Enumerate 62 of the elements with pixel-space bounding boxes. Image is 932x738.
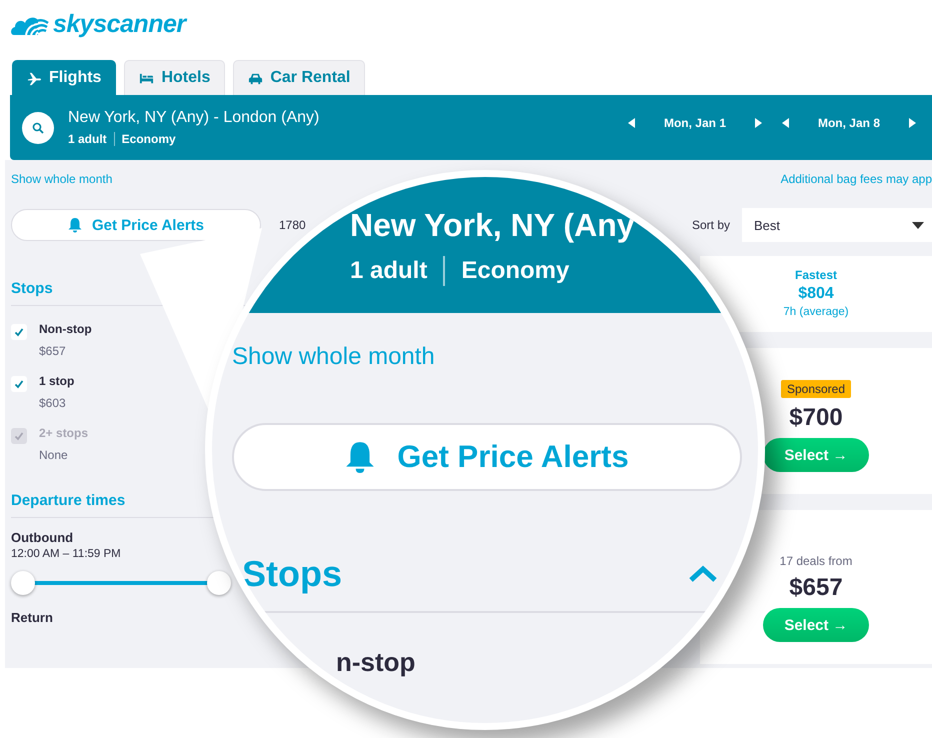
price-alerts-button[interactable]: Get Price Alerts <box>232 423 742 491</box>
filter-heading: Stops <box>11 280 54 297</box>
travellers-text: 1 adult <box>350 257 428 285</box>
summary-price: $804 <box>798 285 834 303</box>
cabin-class-text: Economy <box>461 257 570 285</box>
cabin-class-text: Economy <box>122 132 176 146</box>
travellers-text: 1 adult <box>68 132 107 146</box>
price-alerts-button[interactable]: Get Price Alerts <box>11 209 261 241</box>
stop-price: $657 <box>39 344 67 358</box>
tab[interactable]: Flights <box>12 60 116 95</box>
stop-price: $603 <box>39 396 67 410</box>
filter-heading: Stops <box>242 553 342 595</box>
next-date-button[interactable] <box>908 118 916 128</box>
previous-date-button[interactable] <box>628 118 636 128</box>
tab[interactable]: Car Rental <box>233 60 366 95</box>
route-text: New York, NY (Any) - London (Any) <box>68 109 320 127</box>
fastest-summary-card[interactable]: Fastest $804 7h (average) <box>700 256 932 332</box>
summary-detail: 7h (average) <box>783 306 849 318</box>
caret-icon <box>912 222 924 228</box>
checkmark-icon <box>14 431 24 441</box>
sort-dropdown[interactable]: Best <box>742 208 932 242</box>
checkmark-icon <box>14 379 24 389</box>
plane-icon <box>27 70 42 86</box>
checkmark-icon <box>14 327 24 337</box>
bag-fees-link[interactable]: Additional bag fees may app <box>780 172 932 186</box>
chevron-up-icon[interactable] <box>688 565 718 583</box>
time-range-text: 12:00 AM – 11:59 PM <box>11 548 122 560</box>
stop-option-label: 1 stop <box>39 374 74 388</box>
result-price: $700 <box>789 404 843 432</box>
time-range-slider[interactable] <box>11 570 231 596</box>
result-count: 1780 <box>279 218 306 232</box>
stop-option-label: Non-stop <box>39 322 92 336</box>
route-text: New York, NY (Any <box>350 207 635 243</box>
stop-price: None <box>39 448 69 462</box>
search-icon <box>32 122 44 134</box>
checkbox[interactable] <box>11 376 27 392</box>
sponsored-badge: Sponsored <box>780 380 852 398</box>
sort-label: Sort by <box>692 218 730 232</box>
next-date-button[interactable] <box>754 118 762 128</box>
deals-note: 17 deals from <box>780 554 852 568</box>
previous-date-button[interactable] <box>782 118 790 128</box>
stop-option-label: n-stop <box>336 647 416 678</box>
outbound-label: Outbound <box>11 530 74 545</box>
select-button[interactable]: Select → <box>763 438 869 472</box>
date-text[interactable]: Mon, Jan 1 <box>660 116 730 130</box>
filter-heading: Departure times <box>11 492 126 509</box>
result-price: $657 <box>789 574 843 602</box>
slider-handle[interactable] <box>11 571 35 595</box>
show-whole-month-link[interactable]: Show whole month <box>232 343 435 371</box>
stop-option-label: 2+ stops <box>39 426 88 440</box>
slider-handle[interactable] <box>207 571 231 595</box>
summary-label: Fastest <box>794 268 838 282</box>
date-text[interactable]: Mon, Jan 8 <box>814 116 884 130</box>
search-button[interactable] <box>22 112 54 144</box>
checkbox[interactable] <box>11 324 27 340</box>
tab[interactable]: Hotels <box>124 60 226 95</box>
bell-icon <box>345 440 376 474</box>
select-button[interactable]: Select → <box>763 608 869 642</box>
bell-icon <box>68 217 82 233</box>
brand-name: skyscanner <box>53 10 186 38</box>
return-label: Return <box>11 610 54 625</box>
show-whole-month-link[interactable]: Show whole month <box>11 172 112 186</box>
